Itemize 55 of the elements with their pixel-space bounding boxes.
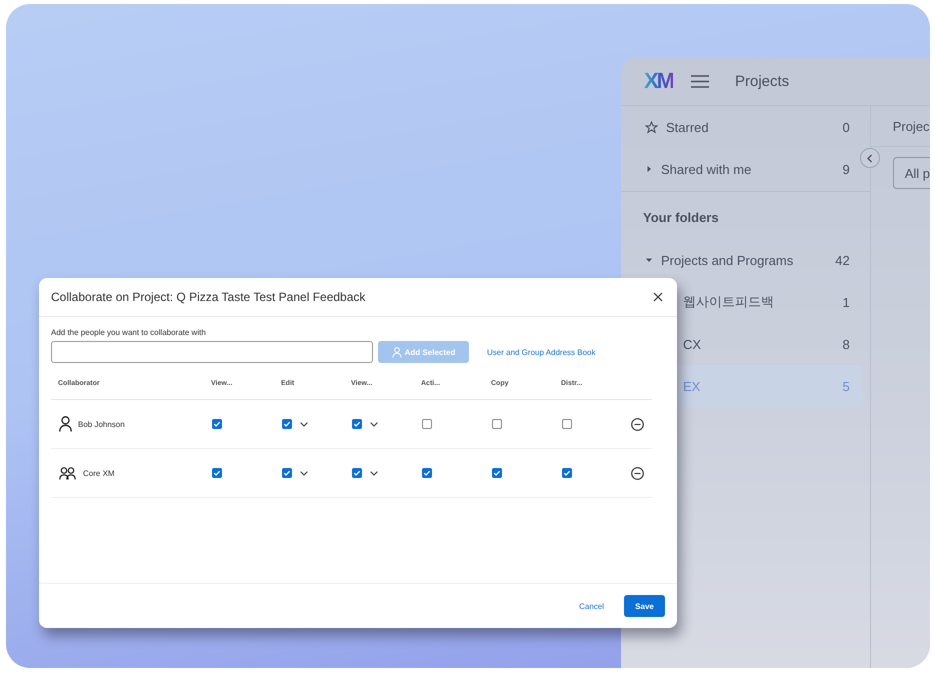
nav-count: 9	[842, 162, 850, 176]
collapse-button[interactable]	[860, 148, 880, 168]
permission-checkbox[interactable]	[492, 468, 502, 478]
nav-item[interactable]: Shared with me 9	[621, 148, 862, 190]
filter-dropdown[interactable]: All p	[892, 157, 930, 189]
dialog-title: Collaborate on Project: Q Pizza Taste Test Panel Feedback	[51, 290, 366, 304]
permission-checkbox[interactable]	[422, 468, 432, 478]
collaborator-name: Bob Johnson	[78, 420, 125, 428]
chevron-down-icon[interactable]	[370, 422, 378, 426]
group-icon	[59, 466, 77, 480]
remove-button[interactable]	[631, 418, 644, 430]
close-button[interactable]	[651, 290, 665, 304]
permission-checkbox[interactable]	[282, 419, 292, 429]
permission-checkbox[interactable]	[352, 468, 362, 478]
star-icon	[645, 120, 658, 134]
field-label: Add the people you want to collaborate with	[51, 328, 207, 337]
page-title: Projects	[735, 72, 790, 90]
folder-label: CX	[683, 336, 702, 352]
folder-label: 웹사이트피드백	[683, 293, 775, 311]
folder-label: EX	[683, 378, 702, 394]
menu-icon[interactable]	[691, 74, 709, 88]
chevron-down-icon[interactable]	[300, 470, 308, 476]
folder-label: Projects and Programs	[661, 252, 794, 268]
cancel-button[interactable]: Cancel	[573, 600, 610, 612]
nav-count: 0	[842, 120, 850, 134]
folder-count: 42	[835, 252, 850, 268]
folder-count: 1	[842, 294, 850, 310]
nav-label: Starred	[666, 120, 710, 134]
person-icon	[392, 346, 402, 358]
remove-button[interactable]	[631, 466, 644, 480]
caret-icon[interactable]	[645, 256, 653, 264]
folder-count: 8	[842, 336, 850, 352]
permission-checkbox[interactable]	[352, 419, 362, 429]
folder-count: 5	[842, 378, 850, 394]
permission-checkbox[interactable]	[492, 419, 502, 429]
section-heading: Your folders	[621, 191, 870, 239]
save-button[interactable]: Save	[624, 595, 665, 617]
folder-item[interactable]: Projects and Programs 42	[621, 239, 862, 281]
address-book-link[interactable]: User and Group Address Book	[487, 348, 596, 356]
permission-checkbox[interactable]	[422, 419, 432, 429]
person-icon	[59, 416, 72, 432]
permission-checkbox[interactable]	[212, 419, 222, 429]
permission-checkbox[interactable]	[562, 468, 572, 478]
permission-checkbox[interactable]	[282, 468, 292, 478]
collaborator-search-field[interactable]	[51, 341, 373, 363]
nav-label: Shared with me	[661, 162, 752, 176]
permission-checkbox[interactable]	[212, 468, 222, 478]
chevron-down-icon[interactable]	[370, 470, 378, 476]
collaborator-name: Core XM	[83, 468, 115, 478]
permission-checkbox[interactable]	[562, 419, 572, 429]
tab[interactable]: Projec	[870, 106, 930, 147]
chevron-down-icon[interactable]	[300, 422, 308, 426]
caret-icon[interactable]	[645, 165, 653, 173]
chevron-icon	[866, 154, 874, 162]
nav-item[interactable]: Starred 0	[621, 106, 862, 148]
